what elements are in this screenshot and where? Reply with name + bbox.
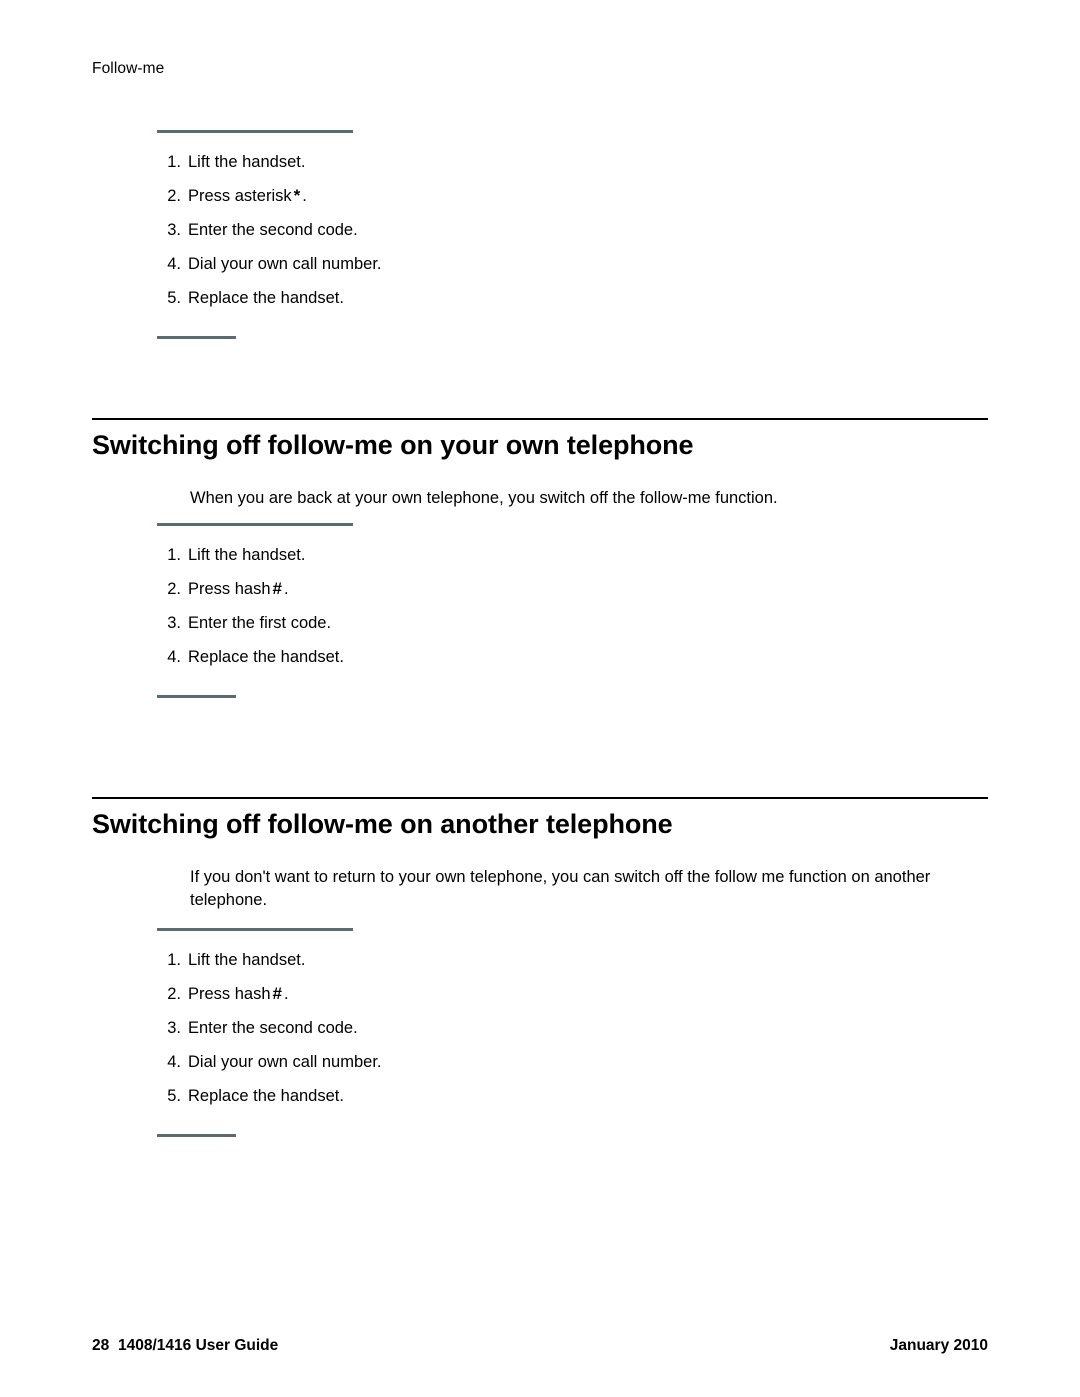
- document-title: 1408/1416 User Guide: [118, 1337, 279, 1354]
- procedure-bottom-rule: [157, 695, 236, 698]
- step-number: 5.: [167, 289, 181, 307]
- step-number: 2.: [167, 985, 181, 1003]
- step-text: Press hash: [188, 985, 271, 1003]
- step-suffix: .: [284, 580, 289, 598]
- list-item: 4. Dial your own call number.: [0, 1045, 1080, 1079]
- list-item: 2. Press asterisk *.: [0, 179, 1080, 213]
- list-item: 2. Press hash #.: [0, 977, 1080, 1011]
- list-item: 3. Enter the first code.: [0, 606, 1080, 640]
- procedure-steps-2: 1. Lift the handset. 2. Press hash #. 3. Ent…: [0, 538, 1080, 674]
- step-suffix: .: [302, 187, 307, 205]
- step-number: 4.: [167, 648, 181, 666]
- step-number: 1.: [167, 153, 181, 171]
- section-paragraph: If you don't want to return to your own …: [190, 868, 931, 909]
- list-item: 4. Replace the handset.: [0, 640, 1080, 674]
- step-text: Enter the second code.: [188, 221, 358, 239]
- procedure-top-rule: [157, 928, 353, 931]
- key-hash: #: [272, 579, 283, 598]
- step-number: 3.: [167, 614, 181, 632]
- list-item: 2. Press hash #.: [0, 572, 1080, 606]
- list-item: 1. Lift the handset.: [0, 943, 1080, 977]
- footer-left: 28 1408/1416 User Guide: [92, 1337, 278, 1355]
- step-text: Lift the handset.: [188, 951, 306, 969]
- step-number: 2.: [167, 187, 181, 205]
- step-text: Replace the handset.: [188, 1087, 344, 1105]
- procedure-top-rule: [157, 130, 353, 133]
- step-number: 3.: [167, 1019, 181, 1037]
- step-number: 1.: [167, 951, 181, 969]
- step-number: 1.: [167, 546, 181, 564]
- list-item: 1. Lift the handset.: [0, 538, 1080, 572]
- procedure-bottom-rule: [157, 336, 236, 339]
- step-text: Replace the handset.: [188, 289, 344, 307]
- step-suffix: .: [284, 985, 289, 1003]
- section-own-telephone: Switching off follow-me on your own tele…: [92, 418, 988, 510]
- step-text: Press hash: [188, 580, 271, 598]
- page-title: Switching off follow-me on your own tele…: [92, 430, 694, 460]
- page-title: Switching off follow-me on another telep…: [92, 809, 673, 839]
- procedure-steps-1: 1. Lift the handset. 2. Press asterisk *. 3…: [0, 145, 1080, 315]
- step-text: Dial your own call number.: [188, 255, 382, 273]
- list-item: 3. Enter the second code.: [0, 213, 1080, 247]
- procedure-block-1: 1. Lift the handset. 2. Press asterisk *. 3…: [0, 130, 1080, 339]
- procedure-steps-3: 1. Lift the handset. 2. Press hash #. 3. Ent…: [0, 943, 1080, 1113]
- step-text: Press asterisk: [188, 187, 292, 205]
- section-another-telephone: Switching off follow-me on another telep…: [92, 797, 988, 912]
- list-item: 1. Lift the handset.: [0, 145, 1080, 179]
- step-text: Enter the first code.: [188, 614, 332, 632]
- procedure-block-2: 1. Lift the handset. 2. Press hash #. 3. Ent…: [0, 523, 1080, 698]
- step-text: Replace the handset.: [188, 648, 344, 666]
- step-number: 3.: [167, 221, 181, 239]
- step-text: Dial your own call number.: [188, 1053, 382, 1071]
- step-number: 4.: [167, 1053, 181, 1071]
- step-number: 4.: [167, 255, 181, 273]
- list-item: 4. Dial your own call number.: [0, 247, 1080, 281]
- list-item: 3. Enter the second code.: [0, 1011, 1080, 1045]
- step-text: Lift the handset.: [188, 153, 306, 171]
- list-item: 5. Replace the handset.: [0, 281, 1080, 315]
- section-paragraph: When you are back at your own telephone,…: [190, 489, 778, 507]
- step-text: Enter the second code.: [188, 1019, 358, 1037]
- footer-date: January 2010: [889, 1337, 988, 1354]
- step-number: 5.: [167, 1087, 181, 1105]
- step-number: 2.: [167, 580, 181, 598]
- page-footer: 28 1408/1416 User Guide January 2010: [0, 1337, 1080, 1397]
- key-hash: #: [272, 984, 283, 1003]
- list-item: 5. Replace the handset.: [0, 1079, 1080, 1113]
- step-text: Lift the handset.: [188, 546, 306, 564]
- key-asterisk: *: [293, 186, 301, 205]
- document-page: Follow-me 1. Lift the handset. 2. Press as…: [0, 0, 1080, 1397]
- procedure-top-rule: [157, 523, 353, 526]
- procedure-bottom-rule: [157, 1134, 236, 1137]
- running-head: Follow-me: [92, 60, 165, 77]
- page-number: 28: [92, 1337, 110, 1354]
- procedure-block-3: 1. Lift the handset. 2. Press hash #. 3. Ent…: [0, 928, 1080, 1137]
